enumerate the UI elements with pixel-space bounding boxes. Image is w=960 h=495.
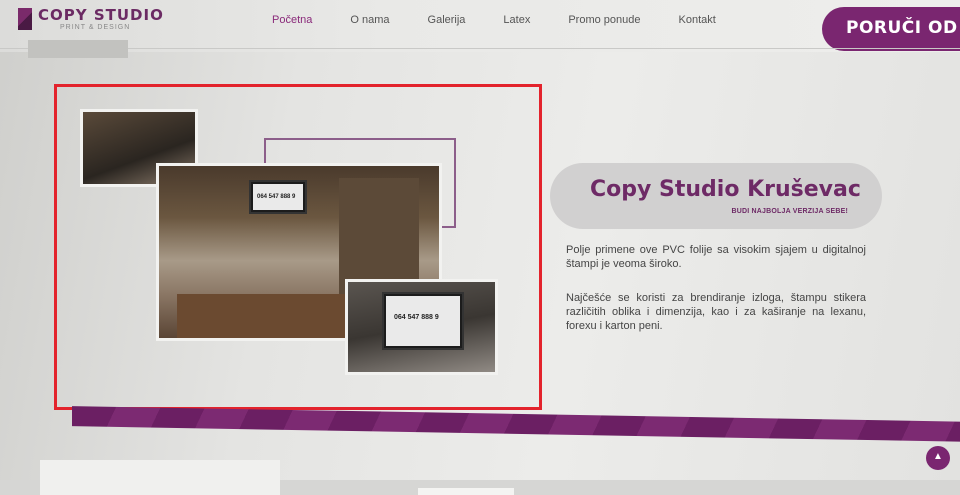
nav-item-galerija[interactable]: Galerija xyxy=(428,14,466,26)
banner-subtitle: BUDI NAJBOLJA VERZIJA SEBE! xyxy=(731,208,848,215)
nav-item-promo-ponude[interactable]: Promo ponude xyxy=(568,14,640,26)
header-shadow xyxy=(28,40,128,58)
chevron-up-icon[interactable]: ▲ xyxy=(926,446,950,470)
description-paragraph-1: Polje primene ove PVC folije sa visokim … xyxy=(566,244,866,270)
description-paragraph-2: Najčešće se koristi za brendiranje izlog… xyxy=(566,292,866,332)
banner-title: Copy Studio Kruševac xyxy=(590,177,861,202)
nav-item-o-nama[interactable]: O nama xyxy=(350,14,389,26)
main-nav: Početna O nama Galerija Latex Promo ponu… xyxy=(272,14,754,26)
nav-item-latex[interactable]: Latex xyxy=(503,14,530,26)
logo-icon[interactable] xyxy=(18,8,32,30)
header-divider xyxy=(0,48,960,49)
hero-banner: Copy Studio Kruševac BUDI NAJBOLJA VERZI… xyxy=(550,163,882,229)
lower-panel xyxy=(418,488,514,495)
screen: COPY STUDIO PRINT & DESIGN Početna O nam… xyxy=(0,0,960,495)
nav-item-kontakt[interactable]: Kontakt xyxy=(679,14,716,26)
highlight-box xyxy=(54,84,542,410)
logo-title[interactable]: COPY STUDIO xyxy=(38,6,164,24)
site-header: COPY STUDIO PRINT & DESIGN Početna O nam… xyxy=(0,0,960,52)
order-button[interactable]: PORUČI OD xyxy=(822,7,960,51)
nav-item-pocetna[interactable]: Početna xyxy=(272,14,312,26)
logo-subtitle: PRINT & DESIGN xyxy=(60,24,131,31)
lower-window xyxy=(40,460,280,495)
footer-band xyxy=(72,406,960,442)
